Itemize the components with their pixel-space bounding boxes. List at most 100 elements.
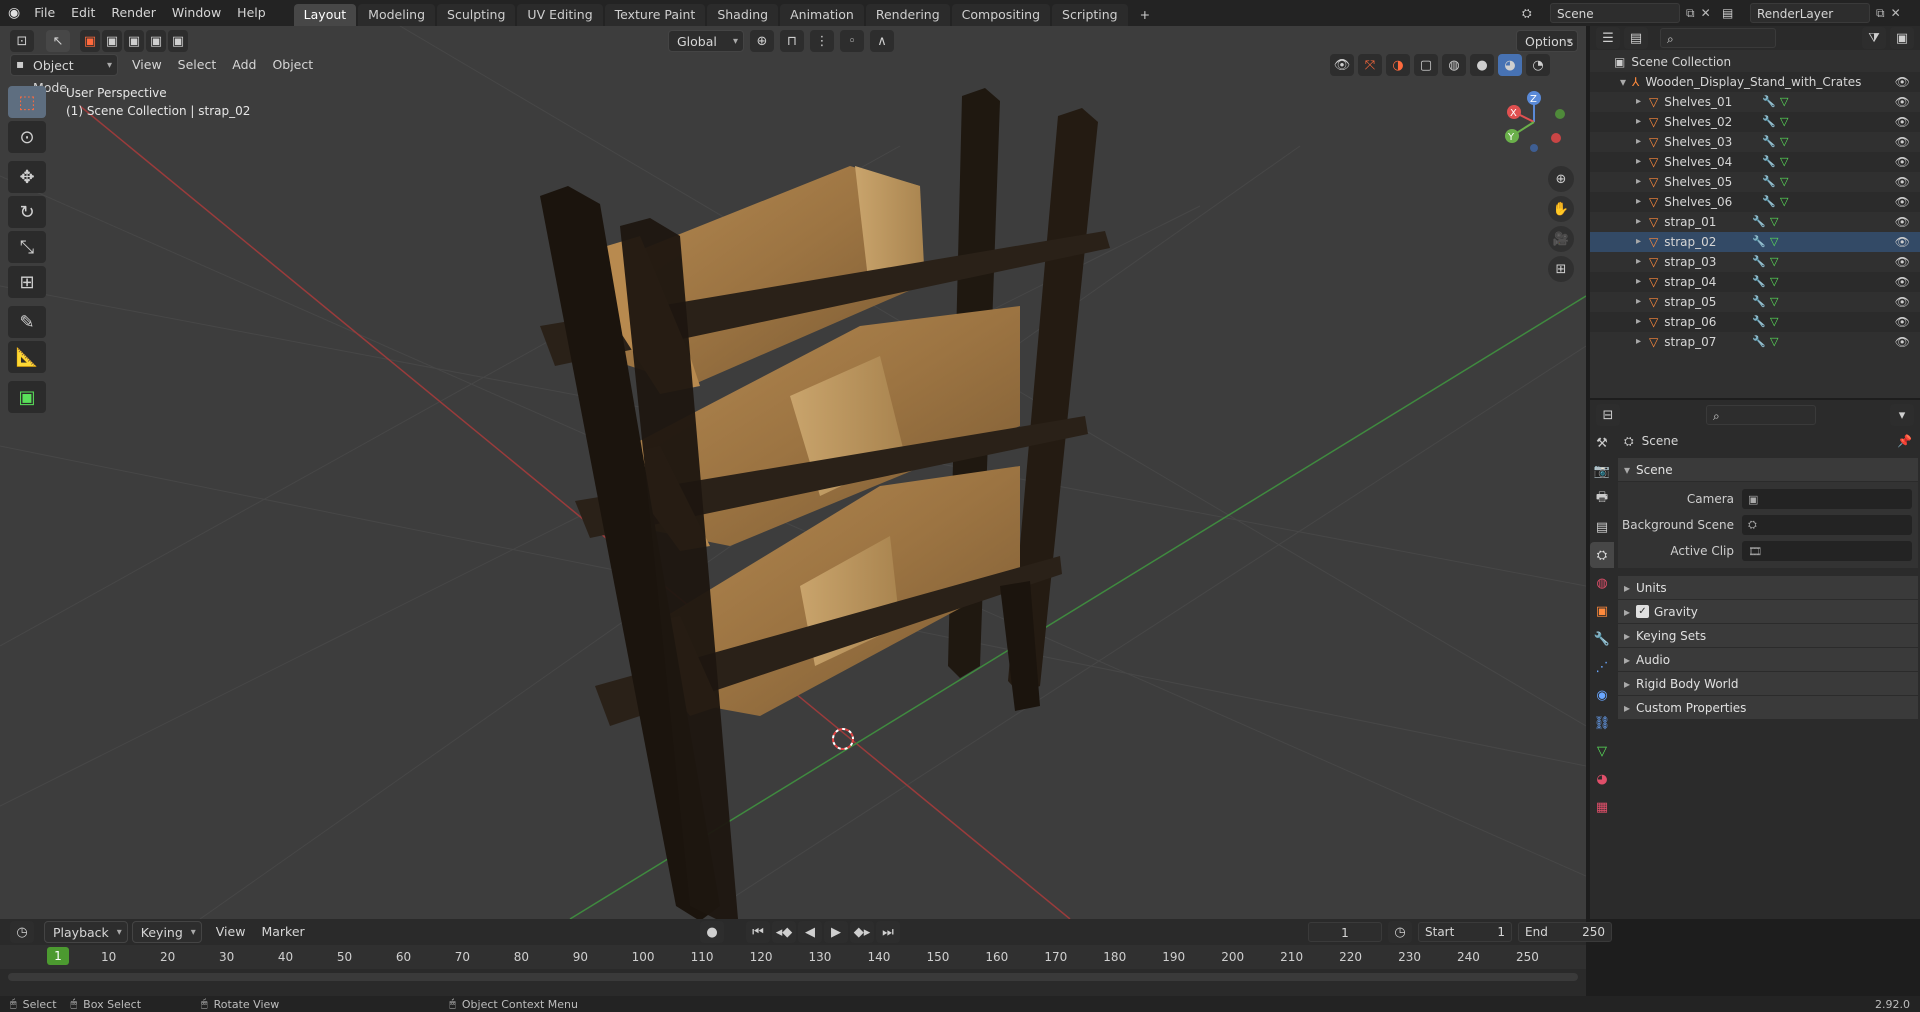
play-reverse-icon[interactable]: ◀ [798, 921, 822, 943]
move-tool-icon[interactable]: ✥ [8, 161, 46, 193]
scale-tool-icon[interactable]: ⤡ [8, 231, 46, 263]
scene-tab-icon[interactable]: ⛭ [1590, 542, 1614, 568]
mesh-data-icon[interactable]: ▽ [1770, 232, 1778, 252]
modifier-icon[interactable]: 🔧 [1762, 132, 1776, 152]
mesh-data-icon[interactable]: ▽ [1770, 272, 1778, 292]
playback-dropdown[interactable]: Playback [44, 921, 128, 944]
expand-arrow-icon[interactable]: ▸ [1636, 232, 1641, 252]
expand-arrow-icon[interactable]: ▸ [1636, 192, 1641, 212]
modifier-icon[interactable]: 🔧 [1752, 212, 1766, 232]
expand-arrow-icon[interactable]: ▸ [1636, 112, 1641, 132]
display-mode-icon[interactable]: ▤ [1624, 27, 1648, 49]
mesh-data-icon[interactable]: ▽ [1780, 152, 1788, 172]
material-shading-icon[interactable]: ◕ [1498, 54, 1522, 76]
ortho-grid-icon[interactable]: ⊞ [1548, 256, 1574, 282]
material-tab-icon[interactable]: ◕ [1590, 766, 1614, 792]
record-icon[interactable]: ● [700, 921, 724, 943]
modifier-icon[interactable]: 🔧 [1752, 232, 1766, 252]
modifier-icon[interactable]: 🔧 [1762, 152, 1776, 172]
snap-target-icon[interactable]: ⋮ [810, 30, 834, 52]
collection-row[interactable]: ▾ ⅄ Wooden_Display_Stand_with_Crates 👁 [1590, 72, 1920, 92]
gravity-panel-header[interactable]: ✓ Gravity [1618, 600, 1918, 624]
menu-view[interactable]: View [124, 54, 170, 76]
eye-icon[interactable]: 👁 [1895, 132, 1910, 152]
close-scene-icon[interactable]: ✕ [1701, 6, 1711, 20]
overlay-toggle-icon[interactable]: ◑ [1386, 54, 1410, 76]
timeline-menu-marker[interactable]: Marker [253, 921, 312, 943]
axis-gizmo-icon[interactable]: Z X Y [1490, 86, 1580, 156]
render-tab-icon[interactable]: 📷 [1590, 458, 1614, 484]
pin-icon[interactable]: 📌 [1897, 434, 1912, 448]
mesh-data-icon[interactable]: ▽ [1770, 292, 1778, 312]
jump-keyframe-forward-icon[interactable]: ◆▸ [850, 921, 874, 943]
menu-object[interactable]: Object [264, 54, 321, 76]
expand-arrow-icon[interactable]: ▸ [1636, 272, 1641, 292]
eye-icon[interactable]: 👁 [1895, 172, 1910, 192]
rendered-shading-icon[interactable]: ◔ [1526, 54, 1550, 76]
cursor-tool-icon[interactable]: ⊙ [8, 121, 46, 153]
gravity-checkbox[interactable]: ✓ [1636, 605, 1649, 618]
modifier-icon[interactable]: 🔧 [1752, 272, 1766, 292]
outliner-editor-type-icon[interactable]: ☰ [1596, 27, 1620, 49]
world-tab-icon[interactable]: ◍ [1590, 570, 1614, 596]
transform-tool-icon[interactable]: ⊞ [8, 266, 46, 298]
timeline-scrollbar[interactable] [8, 973, 1578, 981]
texture-tab-icon[interactable]: ▦ [1590, 794, 1614, 820]
annotate-tool-icon[interactable]: ✎ [8, 306, 46, 338]
expand-arrow-icon[interactable]: ▸ [1636, 172, 1641, 192]
mesh-data-icon[interactable]: ▽ [1780, 192, 1788, 212]
outliner-object-row[interactable]: ▸ ▽ Shelves_05 🔧 ▽ 👁 [1590, 172, 1920, 192]
mesh-data-icon[interactable]: ▽ [1770, 332, 1778, 352]
menu-select[interactable]: Select [170, 54, 225, 76]
solid-shading-icon[interactable]: ● [1470, 54, 1494, 76]
active-clip-field[interactable]: 🎞 [1742, 541, 1912, 561]
close-view-layer-icon[interactable]: ✕ [1891, 6, 1901, 20]
pan-hand-icon[interactable]: ✋ [1548, 196, 1574, 222]
object-mode-dropdown[interactable]: Object Mode [10, 54, 118, 95]
preview-range-icon[interactable]: ◷ [1388, 921, 1412, 943]
eye-icon[interactable]: 👁 [1895, 92, 1910, 112]
zoom-icon[interactable]: ⊕ [1548, 166, 1574, 192]
outliner-object-row[interactable]: ▸ ▽ Shelves_02 🔧 ▽ 👁 [1590, 112, 1920, 132]
jump-keyframe-back-icon[interactable]: ◂◆ [772, 921, 796, 943]
tab-animation[interactable]: Animation [780, 4, 864, 26]
mesh-data-icon[interactable]: ▽ [1780, 112, 1788, 132]
mesh-data-icon[interactable]: ▽ [1780, 172, 1788, 192]
eye-icon[interactable]: 👁 [1895, 292, 1910, 312]
add-workspace-button[interactable]: + [1130, 4, 1160, 26]
tab-rendering[interactable]: Rendering [865, 4, 950, 26]
expand-arrow-icon[interactable]: ▸ [1636, 152, 1641, 172]
eye-icon[interactable]: 👁 [1895, 272, 1910, 292]
eye-icon[interactable]: 👁 [1895, 232, 1910, 252]
select-extend-icon[interactable]: ▣ [102, 30, 122, 52]
rigid-body-world-panel-header[interactable]: Rigid Body World [1618, 672, 1918, 696]
physics-tab-icon[interactable]: ◉ [1590, 682, 1614, 708]
3d-viewport[interactable]: ⊡ ↖ ▣ ▣ ▣ ▣ ▣ Global ⊕ ⊓ ⋮ ◦ ∧ Options O… [0, 26, 1586, 919]
outliner-object-row[interactable]: ▸ ▽ strap_04 🔧 ▽ 👁 [1590, 272, 1920, 292]
frame-ruler[interactable]: 10 20 30 40 50 60 70 80 90 100 110 120 130 140 150 160 1… [0, 945, 1586, 969]
measure-tool-icon[interactable]: 📐 [8, 341, 46, 373]
editor-type-icon[interactable]: ⊡ [10, 30, 34, 52]
audio-panel-header[interactable]: Audio [1618, 648, 1918, 672]
expand-arrow-icon[interactable]: ▸ [1636, 312, 1641, 332]
mesh-data-icon[interactable]: ▽ [1770, 212, 1778, 232]
modifier-icon[interactable]: 🔧 [1762, 172, 1776, 192]
timeline-menu-view[interactable]: View [208, 921, 254, 943]
select-tool-icon[interactable]: ↖ [46, 30, 70, 52]
particles-tab-icon[interactable]: ⋰ [1590, 654, 1614, 680]
menu-render[interactable]: Render [103, 0, 164, 26]
object-tab-icon[interactable]: ▣ [1590, 598, 1614, 624]
scene-panel-header[interactable]: Scene [1618, 458, 1918, 482]
background-scene-field[interactable]: ⛭ [1742, 515, 1912, 535]
new-collection-icon[interactable]: ▣ [1890, 27, 1914, 49]
select-invert-icon[interactable]: ▣ [146, 30, 166, 52]
gizmo-toggle-icon[interactable]: ⤧ [1358, 54, 1382, 76]
data-tab-icon[interactable]: ▽ [1590, 738, 1614, 764]
snap-icon[interactable]: ⊓ [780, 30, 804, 52]
output-tab-icon[interactable]: 🖶 [1590, 486, 1614, 512]
mesh-data-icon[interactable]: ▽ [1770, 312, 1778, 332]
properties-options-icon[interactable]: ▾ [1890, 404, 1914, 426]
view-layer-field[interactable]: RenderLayer [1750, 3, 1870, 23]
constraints-tab-icon[interactable]: ⛓ [1590, 710, 1614, 736]
select-new-icon[interactable]: ▣ [80, 30, 100, 52]
